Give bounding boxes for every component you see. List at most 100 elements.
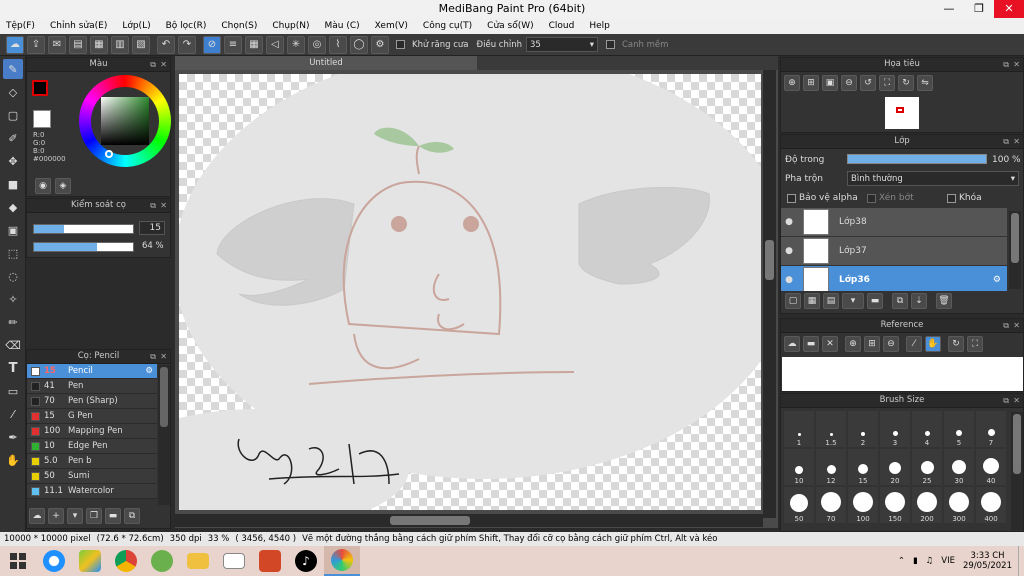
brush-size-cell[interactable]: 10	[784, 449, 814, 485]
hand-icon[interactable]: ✋	[925, 336, 941, 352]
menu-file[interactable]: Tệp(F)	[6, 21, 35, 31]
menu-cloud[interactable]: Cloud	[549, 21, 575, 31]
layer-list-scrollbar[interactable]	[1009, 211, 1021, 289]
horizontal-scrollbar[interactable]	[175, 514, 763, 527]
clipping-checkbox[interactable]	[867, 193, 876, 203]
menu-color[interactable]: Màu (C)	[325, 21, 360, 31]
drawing-canvas[interactable]	[179, 74, 761, 510]
vertical-scrollbar[interactable]	[763, 70, 776, 518]
blur-tool-icon[interactable]: ✒	[3, 427, 23, 447]
undock-icon[interactable]: ⧉	[150, 350, 156, 363]
open-folder-icon[interactable]: ▬	[803, 336, 819, 352]
brush-opacity-slider[interactable]	[33, 242, 134, 252]
duplicate-icon[interactable]: ⧉	[124, 508, 140, 524]
layer-opacity-slider[interactable]	[847, 154, 987, 164]
menu-help[interactable]: Help	[589, 21, 610, 31]
correction-dropdown[interactable]: 35 ▾	[525, 37, 598, 52]
clock[interactable]: 3:33 CH 29/05/2021	[963, 551, 1012, 571]
hue-wheel[interactable]	[79, 75, 171, 167]
brush-size-cell[interactable]: 25	[912, 449, 942, 485]
hue-cursor[interactable]	[105, 150, 113, 158]
close-icon[interactable]: ✕	[1013, 135, 1020, 148]
brush-size-cell[interactable]: 7	[976, 411, 1006, 447]
redo-icon[interactable]: ↷	[178, 35, 196, 54]
actual-size-icon[interactable]: ▣	[822, 75, 838, 91]
brush-size-cell[interactable]: 300	[944, 487, 974, 523]
menu-snap[interactable]: Chụp(N)	[272, 21, 309, 31]
foreground-color-swatch[interactable]	[32, 80, 48, 96]
brush-size-slider[interactable]	[33, 224, 134, 234]
brush-list-scrollbar[interactable]	[158, 365, 170, 505]
brush-size-cell[interactable]: 100	[848, 487, 878, 523]
settings-icon[interactable]: ⚙	[371, 35, 389, 54]
protect-alpha-option[interactable]: Bảo vệ alpha	[787, 193, 858, 203]
close-reference-icon[interactable]: ✕	[822, 336, 838, 352]
eyedropper-tool-icon[interactable]: ⁄	[3, 404, 23, 424]
cloud-icon[interactable]: ☁	[6, 35, 24, 54]
fill-rect-tool-icon[interactable]: ■	[3, 174, 23, 194]
brush-size-cell[interactable]: 70	[816, 487, 846, 523]
grid-icon[interactable]: ▧	[132, 35, 150, 54]
fit-window-icon[interactable]: ⛶	[879, 75, 895, 91]
new-halftone-layer-icon[interactable]: ▦	[804, 293, 820, 309]
panel-icon[interactable]: ▤	[69, 35, 87, 54]
visibility-icon[interactable]: ●	[781, 275, 797, 285]
select-eraser-tool-icon[interactable]: ⌫	[3, 335, 23, 355]
color-swap-icon[interactable]: ◈	[55, 178, 71, 194]
duplicate-layer-icon[interactable]: ⧉	[892, 293, 908, 309]
brush-list-item[interactable]: 70 Pen (Sharp)	[27, 394, 157, 409]
brush-list-item[interactable]: 11.1 Watercolor	[27, 484, 157, 499]
brush-size-cell[interactable]: 200	[912, 487, 942, 523]
hand-tool-icon[interactable]: ✋	[3, 450, 23, 470]
brush-list-item[interactable]: 10 Edge Pen	[27, 439, 157, 454]
taskbar-bluestacks[interactable]	[72, 546, 108, 576]
snap-off-icon[interactable]: ⊘	[203, 35, 221, 54]
volume-icon[interactable]: ♫	[926, 556, 934, 566]
blend-mode-dropdown[interactable]: Bình thường ▾	[847, 171, 1019, 186]
protect-alpha-checkbox[interactable]	[787, 193, 796, 203]
close-icon[interactable]: ✕	[160, 350, 167, 363]
radial-snap-icon[interactable]: ✳	[287, 35, 305, 54]
language-indicator[interactable]: VIE	[941, 556, 955, 566]
zoom-out-icon[interactable]: ⊖	[883, 336, 899, 352]
brush-list-item[interactable]: 41 Pen	[27, 379, 157, 394]
brush-size-cell[interactable]: 2	[848, 411, 878, 447]
brush-size-cell[interactable]: 1.5	[816, 411, 846, 447]
close-icon[interactable]: ✕	[1013, 394, 1020, 407]
copy-brush-icon[interactable]: ❐	[86, 508, 102, 524]
layer-folder-icon[interactable]: ▬	[867, 293, 883, 309]
brush-size-cell[interactable]: 20	[880, 449, 910, 485]
move-tool-icon[interactable]: ✥	[3, 151, 23, 171]
brush-menu-icon[interactable]: ▾	[67, 508, 83, 524]
close-icon[interactable]: ✕	[160, 58, 167, 71]
select-pen-tool-icon[interactable]: ✏	[3, 312, 23, 332]
taskbar-tiktok[interactable]: ♪	[288, 546, 324, 576]
canh-mem-checkbox[interactable]	[605, 40, 615, 49]
eyedropper-icon[interactable]: ⁄	[906, 336, 922, 352]
undo-icon[interactable]: ↶	[157, 35, 175, 54]
undock-icon[interactable]: ⧉	[1003, 135, 1009, 148]
menu-view[interactable]: Xem(V)	[375, 21, 408, 31]
brush-size-cell[interactable]: 3	[880, 411, 910, 447]
taskbar-medibang[interactable]	[324, 546, 360, 576]
brush-list-item[interactable]: 15 G Pen	[27, 409, 157, 424]
lock-checkbox[interactable]	[947, 193, 956, 203]
brush-size-cell[interactable]: 1	[784, 411, 814, 447]
brush-list-item[interactable]: 100 Mapping Pen	[27, 424, 157, 439]
close-button[interactable]: ✕	[994, 0, 1024, 18]
brush-settings-icon[interactable]: ⚙	[145, 366, 153, 376]
brush-list-item[interactable]: 5.0 Pen b	[27, 454, 157, 469]
brush-size-value[interactable]: 15	[139, 221, 165, 235]
zoom-fit-icon[interactable]: ⊞	[864, 336, 880, 352]
reference-image-area[interactable]	[782, 357, 1023, 391]
close-icon[interactable]: ✕	[1013, 58, 1020, 71]
brush-tool-icon[interactable]: ✎	[3, 59, 23, 79]
close-icon[interactable]: ✕	[1013, 319, 1020, 332]
taskbar-coccoc[interactable]	[144, 546, 180, 576]
add-brush-icon[interactable]: +	[48, 508, 64, 524]
magic-wand-tool-icon[interactable]: ✧	[3, 289, 23, 309]
visibility-icon[interactable]: ●	[781, 246, 797, 256]
undock-icon[interactable]: ⧉	[150, 199, 156, 212]
navigator-thumbnail[interactable]	[885, 97, 919, 129]
fit-icon[interactable]: ⛶	[967, 336, 983, 352]
